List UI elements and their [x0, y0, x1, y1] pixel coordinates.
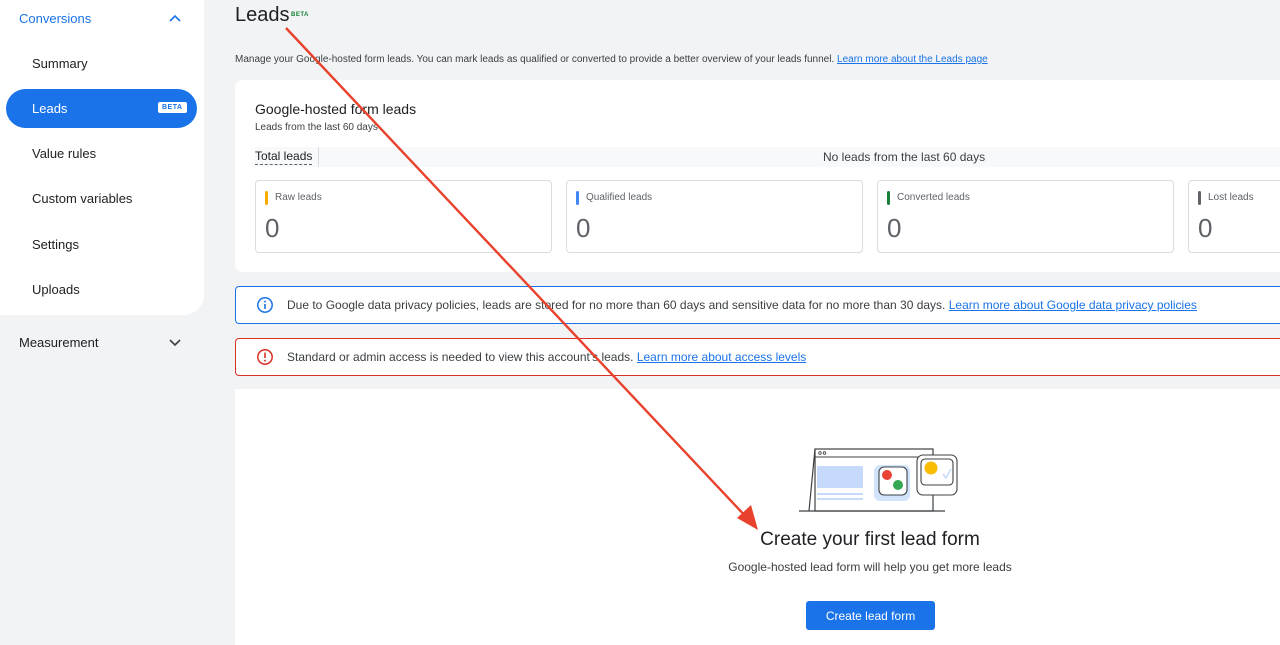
info-icon	[257, 297, 273, 313]
sidebar-item-label: Leads	[32, 101, 68, 116]
stat-qualified-leads[interactable]: Qualified leads 0	[566, 180, 863, 253]
stat-value: 0	[887, 213, 902, 243]
stat-label: Converted leads	[897, 192, 970, 203]
chevron-up-icon	[169, 14, 181, 22]
create-lead-form-button[interactable]: Create lead form	[806, 601, 935, 630]
privacy-policies-link[interactable]: Learn more about Google data privacy pol…	[949, 298, 1197, 312]
stat-label: Raw leads	[275, 192, 322, 203]
stat-value: 0	[265, 213, 280, 243]
page-description: Manage your Google-hosted form leads. Yo…	[235, 54, 988, 65]
page-title: Leads	[235, 4, 290, 26]
sidebar-item-label: Value rules	[32, 146, 97, 161]
empty-state-title: Create your first lead form	[760, 529, 980, 550]
error-icon	[257, 349, 273, 365]
total-leads-row: Total leads No leads from the last 60 da…	[255, 147, 1280, 167]
stat-color-bar	[1198, 191, 1201, 205]
card-title: Google-hosted form leads	[255, 101, 417, 117]
sidebar-item-uploads[interactable]: Uploads	[6, 270, 197, 309]
beta-badge: BETA	[158, 102, 187, 113]
sidebar-item-label: Custom variables	[32, 191, 133, 206]
stat-color-bar	[576, 191, 579, 205]
stat-value: 0	[1198, 213, 1213, 243]
stat-raw-leads[interactable]: Raw leads 0	[255, 180, 552, 253]
beta-badge: BETA	[291, 12, 309, 18]
sidebar-item-label: Settings	[32, 237, 79, 252]
conversions-label: Conversions	[19, 11, 92, 26]
banner-text: Due to Google data privacy policies, lea…	[287, 298, 946, 312]
leads-card: Google-hosted form leads Leads from the …	[235, 80, 1280, 272]
no-leads-message: No leads from the last 60 days	[823, 150, 986, 164]
measurement-label: Measurement	[19, 335, 99, 350]
banner-message: Due to Google data privacy policies, lea…	[287, 298, 1197, 312]
banner-message: Standard or admin access is needed to vi…	[287, 350, 806, 364]
stat-label: Lost leads	[1208, 192, 1254, 203]
empty-state-subtitle: Google-hosted lead form will help you ge…	[728, 560, 1012, 574]
leads-page-learn-more-link[interactable]: Learn more about the Leads page	[837, 54, 988, 65]
banner-text: Standard or admin access is needed to vi…	[287, 350, 634, 364]
description-text: Manage your Google-hosted form leads. Yo…	[235, 54, 835, 65]
sidebar-item-custom-variables[interactable]: Custom variables	[6, 179, 197, 218]
stat-value: 0	[576, 213, 591, 243]
sidebar-item-settings[interactable]: Settings	[6, 225, 197, 264]
stat-color-bar	[265, 191, 268, 205]
sidebar-item-leads[interactable]: Leads BETA	[6, 89, 197, 128]
stat-label: Qualified leads	[586, 192, 653, 203]
conversions-section-header[interactable]: Conversions	[0, 0, 204, 36]
sidebar-item-label: Summary	[32, 56, 88, 71]
stat-color-bar	[887, 191, 890, 205]
sidebar-item-label: Uploads	[32, 282, 80, 297]
stat-converted-leads[interactable]: Converted leads 0	[877, 180, 1174, 253]
access-error-banner: Standard or admin access is needed to vi…	[235, 338, 1280, 376]
chevron-down-icon	[169, 339, 181, 347]
sidebar-item-summary[interactable]: Summary	[6, 44, 197, 83]
empty-state-panel: Create your first lead form Google-hoste…	[235, 389, 1280, 645]
card-subtitle: Leads from the last 60 days	[255, 122, 378, 133]
divider	[318, 147, 319, 167]
stat-lost-leads[interactable]: Lost leads 0	[1188, 180, 1280, 253]
sidebar-item-value-rules[interactable]: Value rules	[6, 134, 197, 173]
measurement-section-header[interactable]: Measurement	[0, 327, 204, 357]
access-levels-link[interactable]: Learn more about access levels	[637, 350, 806, 364]
privacy-info-banner: Due to Google data privacy policies, lea…	[235, 286, 1280, 324]
total-leads-tab[interactable]: Total leads	[255, 149, 313, 165]
lead-form-illustration	[799, 448, 958, 512]
sidebar: Conversions Summary Leads BETA Value rul…	[0, 0, 204, 315]
